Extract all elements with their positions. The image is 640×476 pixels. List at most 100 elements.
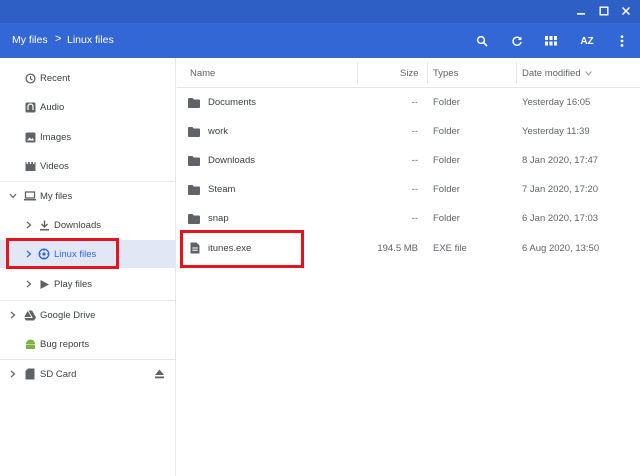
sidebar-item-label: SD Card [40,368,77,380]
file-size: 194.5 MB [377,243,418,254]
column-header-date[interactable]: Date modified [522,68,581,79]
table-row[interactable]: itunes.exe 194.5 MB EXE file 6 Aug 2020,… [177,234,640,263]
more-options-button[interactable] [613,32,631,50]
download-icon [38,219,50,231]
file-date: 7 Jan 2020, 17:20 [522,184,599,195]
chevron-down-icon[interactable] [9,191,17,201]
breadcrumb-separator: > [55,33,62,45]
image-icon [24,131,36,143]
table-row[interactable]: snap -- Folder 6 Jan 2020, 17:03 [177,204,640,233]
sidebar-item-linux-files[interactable]: Linux files [0,240,176,268]
sidebar-item-play-files[interactable]: Play files [0,270,176,298]
minimize-icon [577,13,585,15]
file-name: snap [208,213,229,224]
refresh-icon [512,36,522,46]
linux-icon [38,248,50,260]
file-size: -- [411,184,418,195]
file-list-header: Name Size Types Date modified [177,58,640,88]
sidebar-item-label: Audio [40,101,65,113]
chevron-right-icon[interactable] [25,249,33,259]
chevron-right-icon[interactable] [9,369,17,379]
grid-view-button[interactable] [542,32,560,50]
file-date: Yesterday 11:39 [522,126,590,137]
laptop-icon [24,190,36,202]
sidebar-item-label: Images [40,131,72,143]
chevron-right-icon[interactable] [25,279,33,289]
refresh-button[interactable] [508,32,526,50]
close-button[interactable] [619,4,633,18]
sidebar-item-downloads[interactable]: Downloads [0,211,176,239]
file-date: Yesterday 16:05 [522,97,591,108]
close-icon [621,6,631,16]
folder-icon [188,214,200,224]
file-name: Downloads [208,155,255,166]
sidebar-item-my-files[interactable]: My files [0,182,176,210]
file-date: 8 Jan 2020, 17:47 [522,155,599,166]
breadcrumb-my-files[interactable]: My files [12,34,48,46]
eject-icon[interactable] [153,368,165,380]
sidebar-item-videos[interactable]: Videos [0,152,176,180]
column-header-size[interactable]: Size [400,68,418,79]
folder-icon [188,185,200,195]
grid-view-icon [545,36,557,46]
folder-icon [188,156,200,166]
file-type: EXE file [433,243,467,254]
column-header-name[interactable]: Name [190,68,215,79]
file-list: Name Size Types Date modified Documents … [177,58,640,476]
sort-az-icon: AZ [580,35,594,47]
chevron-right-icon[interactable] [25,220,33,230]
sidebar-item-label: Downloads [54,219,101,231]
sidebar-item-bug-reports[interactable]: Bug reports [0,330,176,358]
maximize-icon [599,6,609,16]
file-size: -- [411,97,418,108]
file-size: -- [411,155,418,166]
sidebar-item-label: Recent [40,72,71,84]
search-icon [476,35,488,47]
search-button[interactable] [473,32,491,50]
file-size: -- [411,213,418,224]
sidebar-item-google-drive[interactable]: Google Drive [0,301,176,329]
more-vert-icon [620,35,624,47]
sidebar-item-sd-card[interactable]: SD Card [0,360,176,388]
sidebar-item-label: My files [40,190,73,202]
file-type: Folder [433,126,460,137]
file-name: Documents [208,97,257,108]
column-header-types[interactable]: Types [433,68,458,79]
file-name: itunes.exe [208,243,252,254]
file-type: Folder [433,97,460,108]
maximize-button[interactable] [597,4,611,18]
folder-icon [188,98,200,108]
column-divider[interactable] [516,62,517,84]
folder-icon [188,127,200,137]
sort-button[interactable]: AZ [578,32,596,50]
sidebar-item-label: Videos [40,160,69,172]
sidebar-item-label: Bug reports [40,338,90,350]
play-store-icon [38,278,50,290]
file-type: Folder [433,213,460,224]
audio-icon [24,101,36,113]
sidebar-item-recent[interactable]: Recent [0,64,176,92]
video-icon [24,160,36,172]
sidebar: Recent Audio Images Videos My files Down… [0,58,176,476]
chevron-right-icon[interactable] [9,310,17,320]
table-row[interactable]: Documents -- Folder Yesterday 16:05 [177,88,640,117]
sidebar-item-images[interactable]: Images [0,123,176,151]
file-name: work [208,126,229,137]
title-bar [0,0,640,23]
breadcrumb-linux-files[interactable]: Linux files [67,34,114,46]
file-type: Folder [433,155,460,166]
table-row[interactable]: work -- Folder Yesterday 11:39 [177,117,640,146]
sidebar-item-label: Google Drive [40,309,96,321]
table-row[interactable]: Downloads -- Folder 8 Jan 2020, 17:47 [177,146,640,175]
table-row[interactable]: Steam -- Folder 7 Jan 2020, 17:20 [177,175,640,204]
minimize-button[interactable] [574,4,588,18]
sidebar-item-label: Play files [54,278,93,290]
file-name: Steam [208,184,236,195]
file-date: 6 Aug 2020, 13:50 [522,243,600,254]
sidebar-item-audio[interactable]: Audio [0,93,176,121]
column-divider[interactable] [357,62,358,84]
file-date: 6 Jan 2020, 17:03 [522,213,599,224]
column-divider[interactable] [427,62,428,84]
android-icon [24,338,36,350]
sidebar-item-label: Linux files [54,248,97,260]
